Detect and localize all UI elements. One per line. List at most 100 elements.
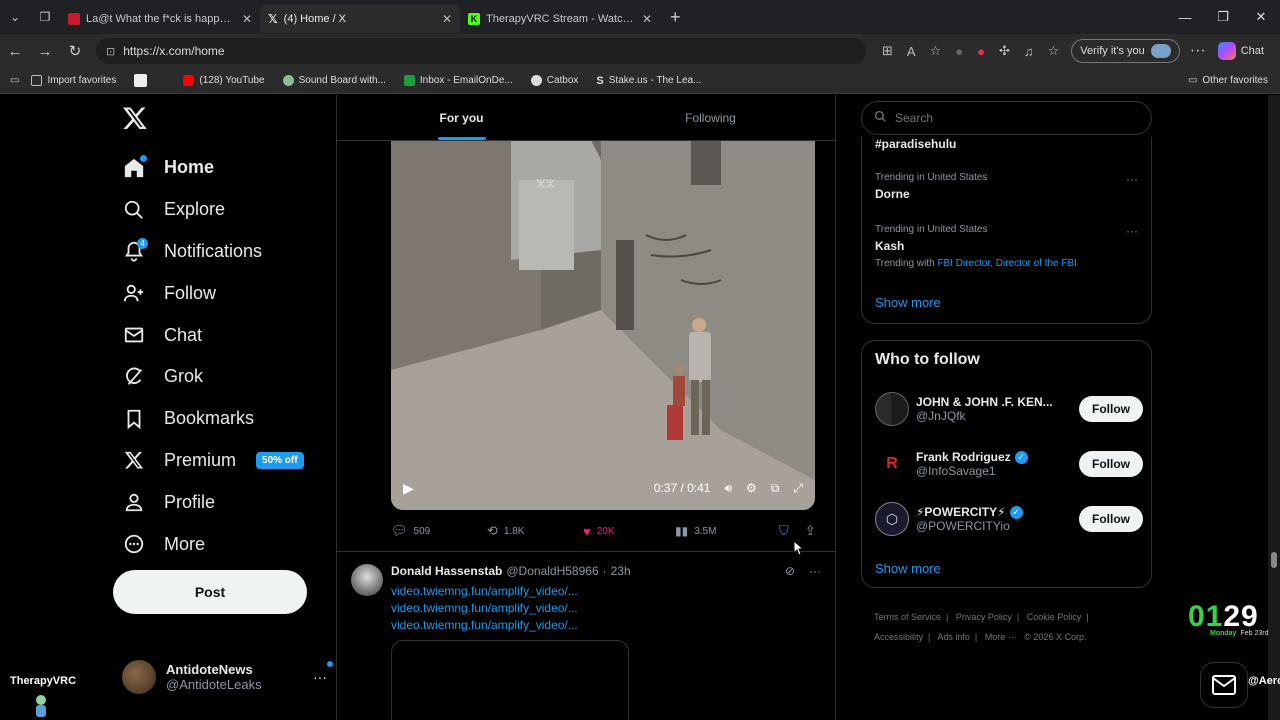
nav-bookmarks[interactable]: Bookmarks — [122, 398, 304, 440]
share-icon[interactable]: ⇪ — [805, 523, 816, 539]
tweet-link[interactable]: video.twiemng.fun/amplify_video/... — [391, 583, 578, 600]
search-input[interactable]: Search — [861, 101, 1152, 135]
views-action[interactable]: ▮▮ 3.5M — [675, 524, 779, 538]
volume-icon[interactable]: 🔊︎ — [724, 481, 732, 496]
trend-more-icon[interactable]: ··· — [1126, 172, 1138, 186]
favorites-icon[interactable]: ☆ — [1048, 43, 1060, 59]
site-info-icon[interactable]: ⊡ — [106, 45, 115, 58]
trend-item[interactable]: Trending in United States Dorne ··· — [875, 172, 1138, 201]
repost-action[interactable]: ⟲ 1.8K — [487, 523, 583, 539]
author-handle[interactable]: @DonaldH58966 — [506, 564, 598, 578]
footer-link[interactable]: Cookie Policy — [1027, 612, 1082, 622]
tab-following[interactable]: Following — [586, 95, 835, 140]
bookmark-icon[interactable]: ⛉ — [779, 523, 789, 539]
new-tab-button[interactable]: + — [670, 7, 681, 28]
trend-item[interactable]: Trending in United States Kash Trending … — [875, 224, 1138, 269]
copilot-chat-button[interactable]: Chat — [1217, 42, 1264, 60]
bookmark-stake[interactable]: S Stake.us - The Lea... — [596, 75, 701, 87]
messages-button[interactable] — [1200, 662, 1248, 708]
bookmark-youtube[interactable]: (128) YouTube — [183, 75, 265, 86]
minimize-icon[interactable]: — — [1166, 0, 1204, 34]
bookmark-inbox[interactable]: Inbox - EmailOnDe... — [403, 75, 513, 86]
favorite-star-icon[interactable]: ☆ — [930, 43, 942, 59]
trending-with-link[interactable]: FBI Director, Director of the FBI — [937, 258, 1076, 269]
footer-link[interactable]: Privacy Policy — [956, 612, 1012, 622]
tweet[interactable]: Donald Hassenstab @DonaldH58966 · 23h ⊘ … — [337, 551, 835, 720]
app-available-icon[interactable]: ⊞ — [882, 43, 893, 59]
post-button[interactable]: Post — [113, 570, 307, 614]
settings-gear-icon[interactable]: ⚙ — [746, 481, 757, 495]
account-handle: @AntidoteLeaks — [166, 677, 262, 692]
trends-show-more-link[interactable]: Show more — [875, 295, 941, 310]
tweet-time[interactable]: 23h — [611, 564, 631, 578]
tab-sidebar-icon[interactable]: ▭ — [10, 75, 19, 86]
nav-explore[interactable]: Explore — [122, 189, 304, 231]
grok-icon[interactable]: ⊘ — [785, 564, 795, 578]
extension-red-icon[interactable]: ● — [977, 44, 985, 59]
nav-chat[interactable]: Chat — [122, 314, 304, 356]
tab-actions-button[interactable]: ⌄ — [0, 0, 30, 34]
forward-icon[interactable]: → — [30, 43, 60, 60]
follow-button[interactable]: Follow — [1079, 396, 1143, 422]
play-icon[interactable]: ▶ — [403, 480, 414, 497]
x-logo-icon[interactable] — [122, 105, 148, 131]
avatar[interactable] — [351, 564, 383, 596]
maximize-icon[interactable]: ❐ — [1204, 0, 1242, 34]
read-aloud-icon[interactable]: A — [907, 44, 916, 59]
tweet-media[interactable] — [391, 640, 629, 720]
footer-link[interactable]: Terms of Service — [874, 612, 941, 622]
media-icon[interactable]: ♫ — [1024, 44, 1034, 59]
reply-action[interactable]: 💬︎ 509 — [391, 523, 487, 539]
like-action[interactable]: ♥ 20K — [583, 524, 675, 539]
tweet-link[interactable]: video.twiemng.fun/amplify_video/... — [391, 600, 578, 617]
follow-button[interactable]: Follow — [1079, 451, 1143, 477]
refresh-icon[interactable]: ↻ — [60, 42, 90, 60]
nav-more[interactable]: More — [122, 523, 304, 565]
extensions-icon[interactable]: ✣ — [999, 43, 1010, 59]
suggested-user[interactable]: JOHN & JOHN .F. KEN... @JnJQfk Follow — [875, 389, 1143, 429]
extension-icon[interactable]: ● — [955, 44, 963, 59]
who-to-follow-show-more-link[interactable]: Show more — [875, 561, 941, 576]
footer-more[interactable]: More ··· — [985, 632, 1017, 642]
bookmark-other-favorites[interactable]: ▭ Other favorites — [1188, 75, 1268, 86]
trend-item[interactable]: #paradisehulu — [875, 137, 1138, 151]
nav-premium[interactable]: Premium 50% off — [122, 440, 304, 482]
scrollbar-thumb[interactable] — [1271, 552, 1277, 568]
close-window-icon[interactable]: ✕ — [1242, 0, 1280, 34]
bookmark-catbox[interactable]: Catbox — [530, 75, 578, 86]
tab-for-you[interactable]: For you — [337, 95, 586, 140]
bookmark-blank[interactable] — [134, 74, 148, 87]
trend-more-icon[interactable]: ··· — [1126, 224, 1138, 238]
browser-tab[interactable]: La@t What the f*ck is happening in t ✕ — [60, 5, 260, 33]
bookmark-soundboard[interactable]: Sound Board with... — [282, 75, 386, 86]
nav-home[interactable]: Home — [122, 147, 304, 189]
nav-profile[interactable]: Profile — [122, 481, 304, 523]
close-tab-icon[interactable]: ✕ — [642, 12, 652, 26]
suggested-user[interactable]: ⬡ ⚡POWERCITY⚡ ✓ @POWERCITYio Follow — [875, 499, 1143, 539]
follow-button[interactable]: Follow — [1079, 506, 1143, 532]
nav-grok[interactable]: Grok — [122, 356, 304, 398]
verify-profile-button[interactable]: Verify it's you — [1071, 39, 1180, 63]
close-tab-icon[interactable]: ✕ — [442, 12, 452, 26]
footer-link[interactable]: Ads info — [937, 632, 970, 642]
video-player[interactable]: ⵣⵣ ▶ 0:37 / 0:41 🔊︎ ⚙ ⧉ ⤢ — [391, 140, 815, 510]
close-tab-icon[interactable]: ✕ — [242, 12, 252, 26]
back-icon[interactable]: ← — [0, 43, 30, 60]
suggested-user[interactable]: R Frank Rodriguez ✓ @InfoSavage1 Follow — [875, 444, 1143, 484]
tweet-link[interactable]: video.twiemng.fun/amplify_video/... — [391, 617, 578, 634]
account-more-icon[interactable]: ··· — [313, 661, 333, 685]
more-options-icon[interactable]: ··· — [809, 564, 821, 578]
pip-icon[interactable]: ⧉ — [771, 481, 780, 496]
fullscreen-icon[interactable]: ⤢ — [793, 481, 803, 496]
browser-tab[interactable]: K TherapyVRC Stream - Watch Live o ✕ — [460, 5, 660, 33]
nav-notifications[interactable]: 4 Notifications — [122, 231, 304, 273]
account-switcher[interactable]: AntidoteNews @AntidoteLeaks ··· — [122, 660, 333, 694]
url-field[interactable]: ⊡ https://x.com/home — [96, 38, 866, 64]
browser-tab-active[interactable]: 𝕏 (4) Home / X ✕ — [260, 5, 460, 33]
workspaces-icon[interactable]: ❐ — [30, 0, 60, 34]
footer-link[interactable]: Accessibility — [874, 632, 923, 642]
bookmark-import-favorites[interactable]: Import favorites — [31, 75, 116, 86]
nav-follow[interactable]: Follow — [122, 272, 304, 314]
author-name[interactable]: Donald Hassenstab — [391, 564, 502, 578]
settings-more-icon[interactable]: ··· — [1190, 42, 1206, 60]
